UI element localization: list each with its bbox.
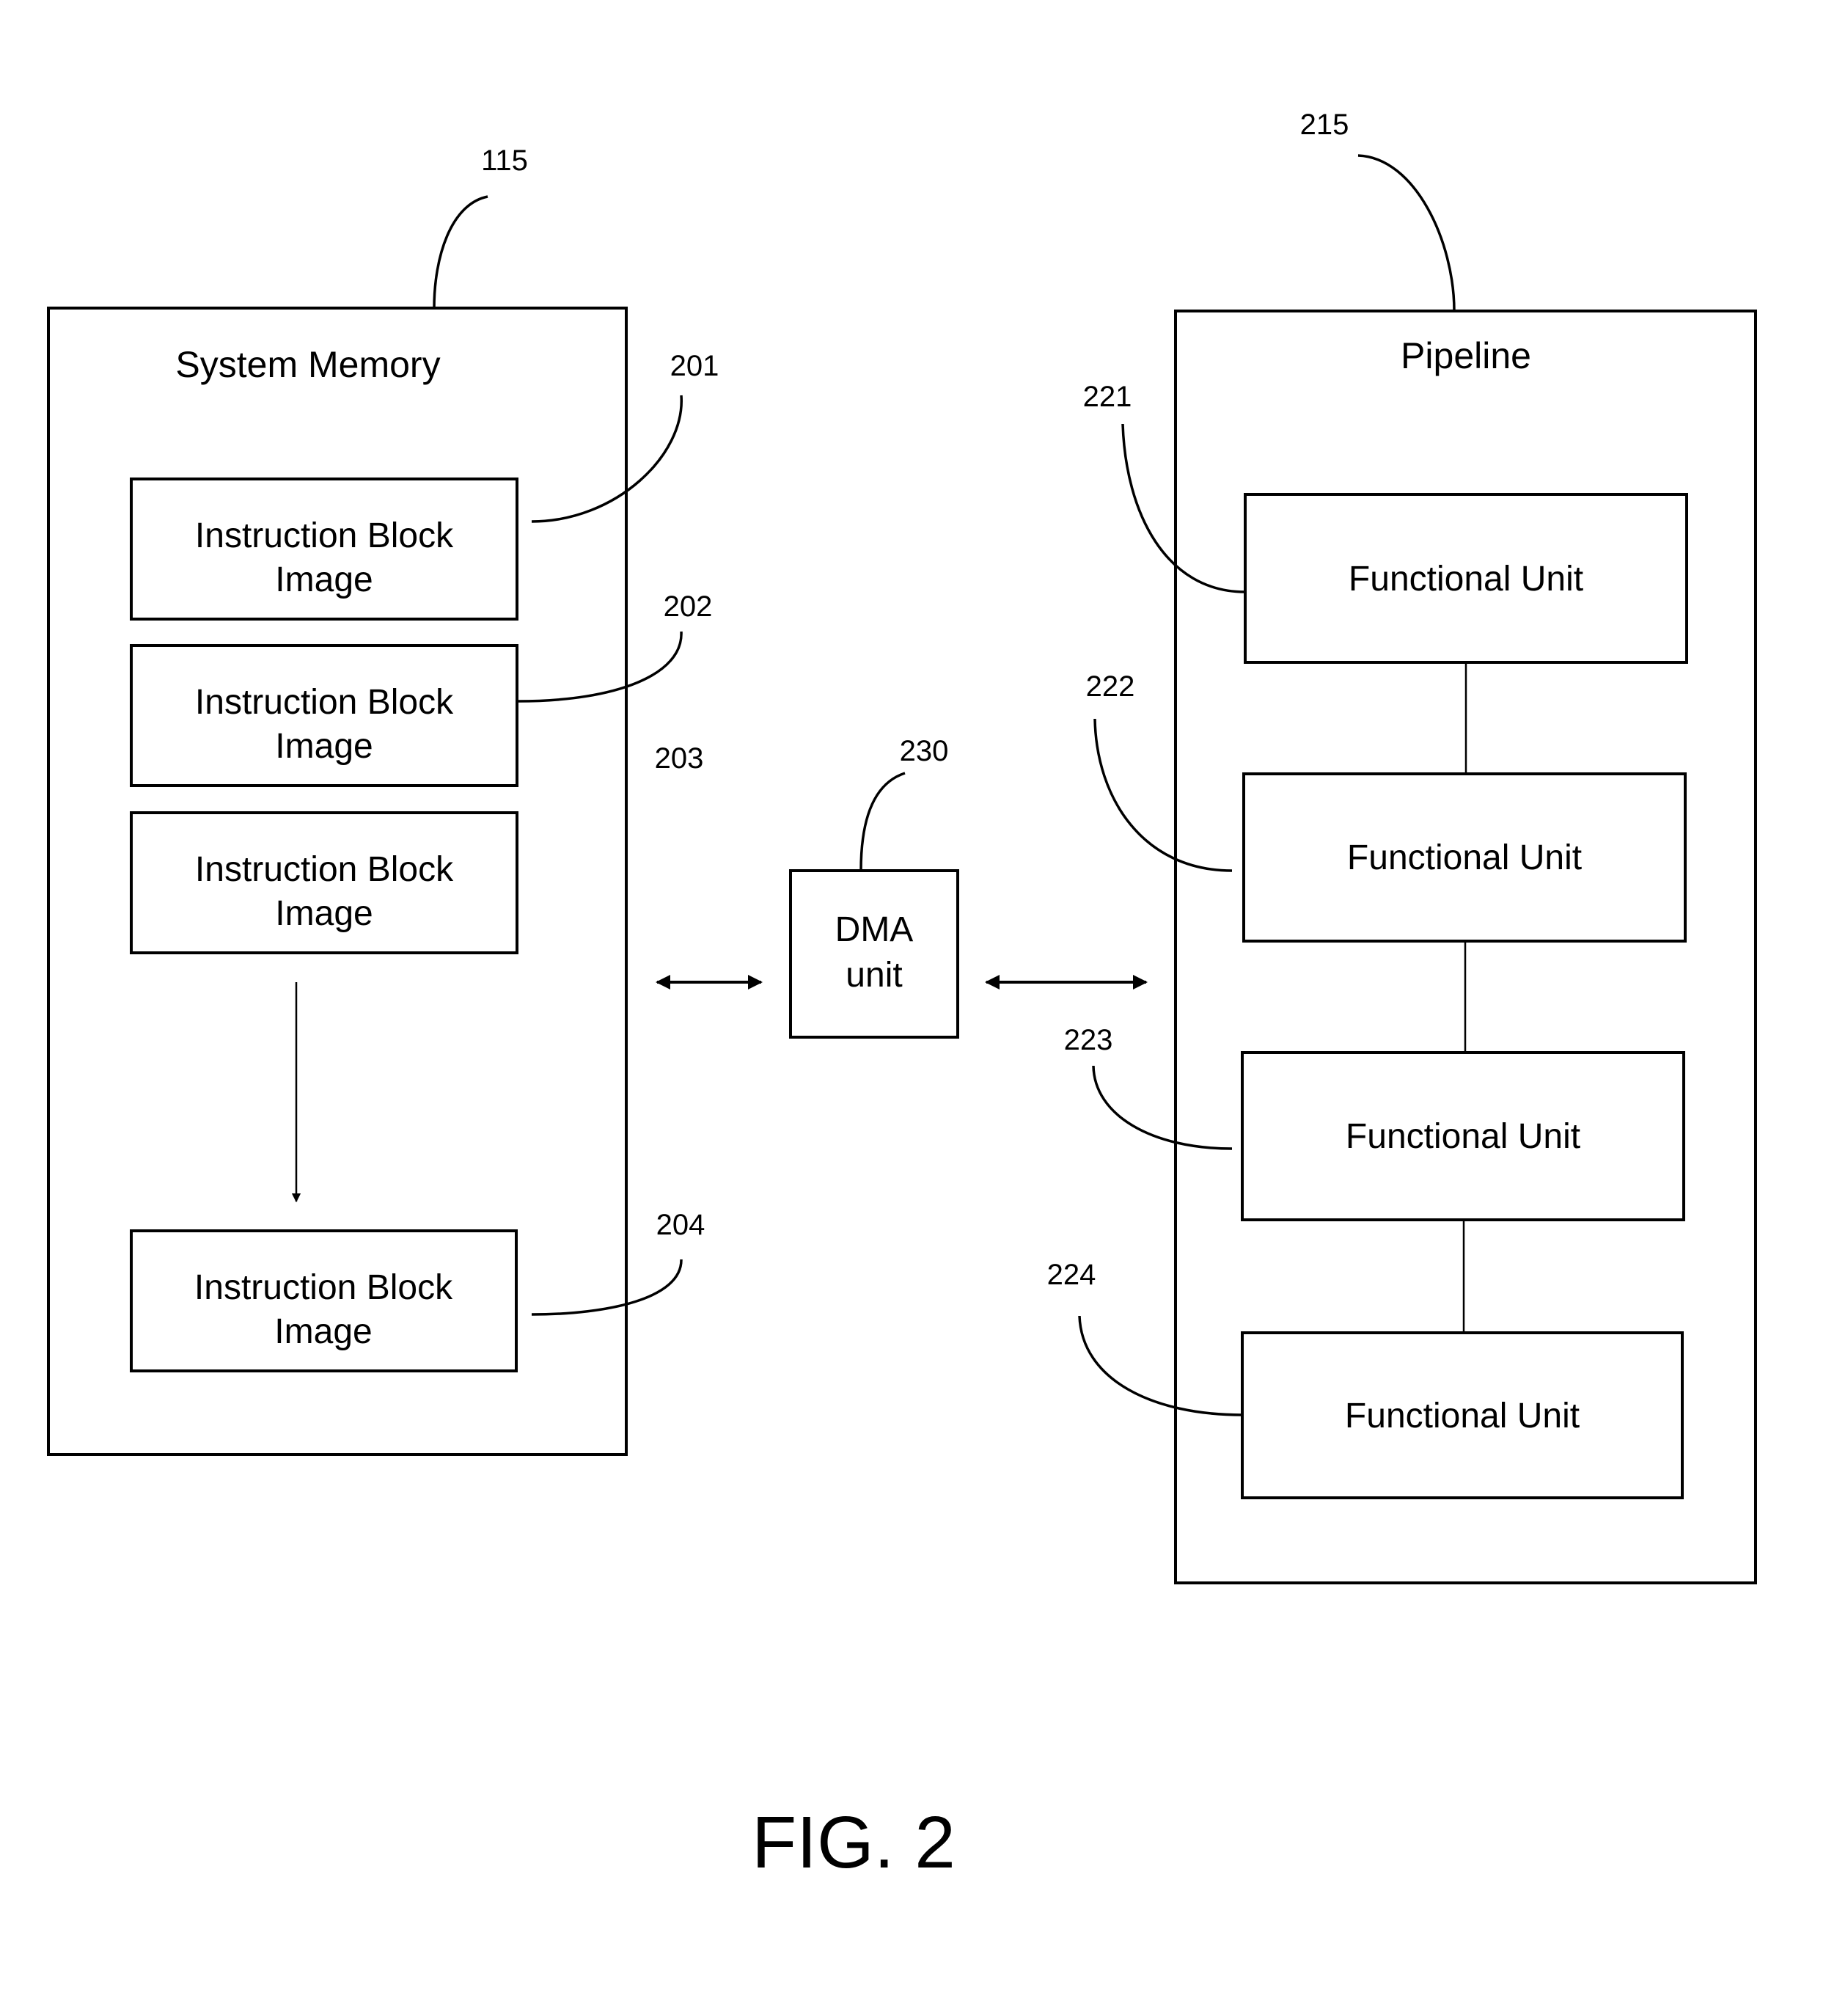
ref-label-222: 222 [1086, 670, 1135, 703]
ref-label-224: 224 [1047, 1259, 1096, 1291]
instruction-block-204: Instruction Block Image [130, 1229, 518, 1372]
instruction-block-line2: Image [275, 560, 373, 599]
pipeline-title: Pipeline [1401, 335, 1531, 376]
functional-unit-223: Functional Unit [1241, 1051, 1685, 1221]
figure-canvas: System Memory 115 Instruction Block Imag… [47, 109, 1757, 1884]
ref-label-215: 215 [1300, 109, 1349, 141]
instruction-block-line1: Instruction Block [195, 850, 454, 889]
functional-unit-label: Functional Unit [1345, 1397, 1580, 1435]
ref-label-203: 203 [655, 742, 704, 775]
dma-unit: DMA unit 230 [789, 735, 959, 1039]
functional-unit-221: Functional Unit [1244, 493, 1688, 664]
dma-unit-box [789, 869, 959, 1039]
ref-label-201: 201 [670, 350, 719, 382]
leader-line-215 [1357, 154, 1456, 312]
functional-unit-label: Functional Unit [1347, 838, 1582, 877]
functional-unit-224: Functional Unit [1241, 1331, 1684, 1499]
ref-label-202: 202 [664, 590, 713, 623]
dma-unit-line1: DMA [835, 910, 914, 949]
functional-unit-label: Functional Unit [1349, 560, 1583, 599]
functional-unit-222: Functional Unit [1242, 772, 1687, 943]
instruction-block-line1: Instruction Block [195, 683, 454, 722]
dma-unit-line2: unit [846, 956, 902, 995]
figure-caption: FIG. 2 [752, 1801, 956, 1884]
instruction-block-line1: Instruction Block [194, 1268, 453, 1307]
system-memory: System Memory 115 Instruction Block Imag… [47, 145, 719, 1456]
instruction-block-201: Instruction Block Image [130, 478, 518, 621]
ref-label-223: 223 [1064, 1024, 1113, 1056]
instruction-block-line2: Image [275, 727, 373, 766]
instruction-block-line1: Instruction Block [195, 516, 454, 555]
instruction-block-line2: Image [274, 1312, 372, 1351]
instruction-block-202: Instruction Block Image [130, 644, 518, 787]
ref-label-115: 115 [481, 145, 528, 177]
instruction-block-line2: Image [275, 894, 373, 933]
ref-label-204: 204 [656, 1209, 705, 1241]
leader-line-230 [859, 772, 906, 871]
ref-label-230: 230 [900, 735, 949, 767]
pipeline: Pipeline 215 Functional Unit 221 Functio… [1047, 109, 1757, 1584]
system-memory-title: System Memory [175, 344, 440, 385]
functional-unit-label: Functional Unit [1346, 1117, 1580, 1156]
leader-line-115 [433, 195, 488, 309]
instruction-block-203: Instruction Block Image [130, 811, 518, 954]
ref-label-221: 221 [1083, 381, 1132, 413]
